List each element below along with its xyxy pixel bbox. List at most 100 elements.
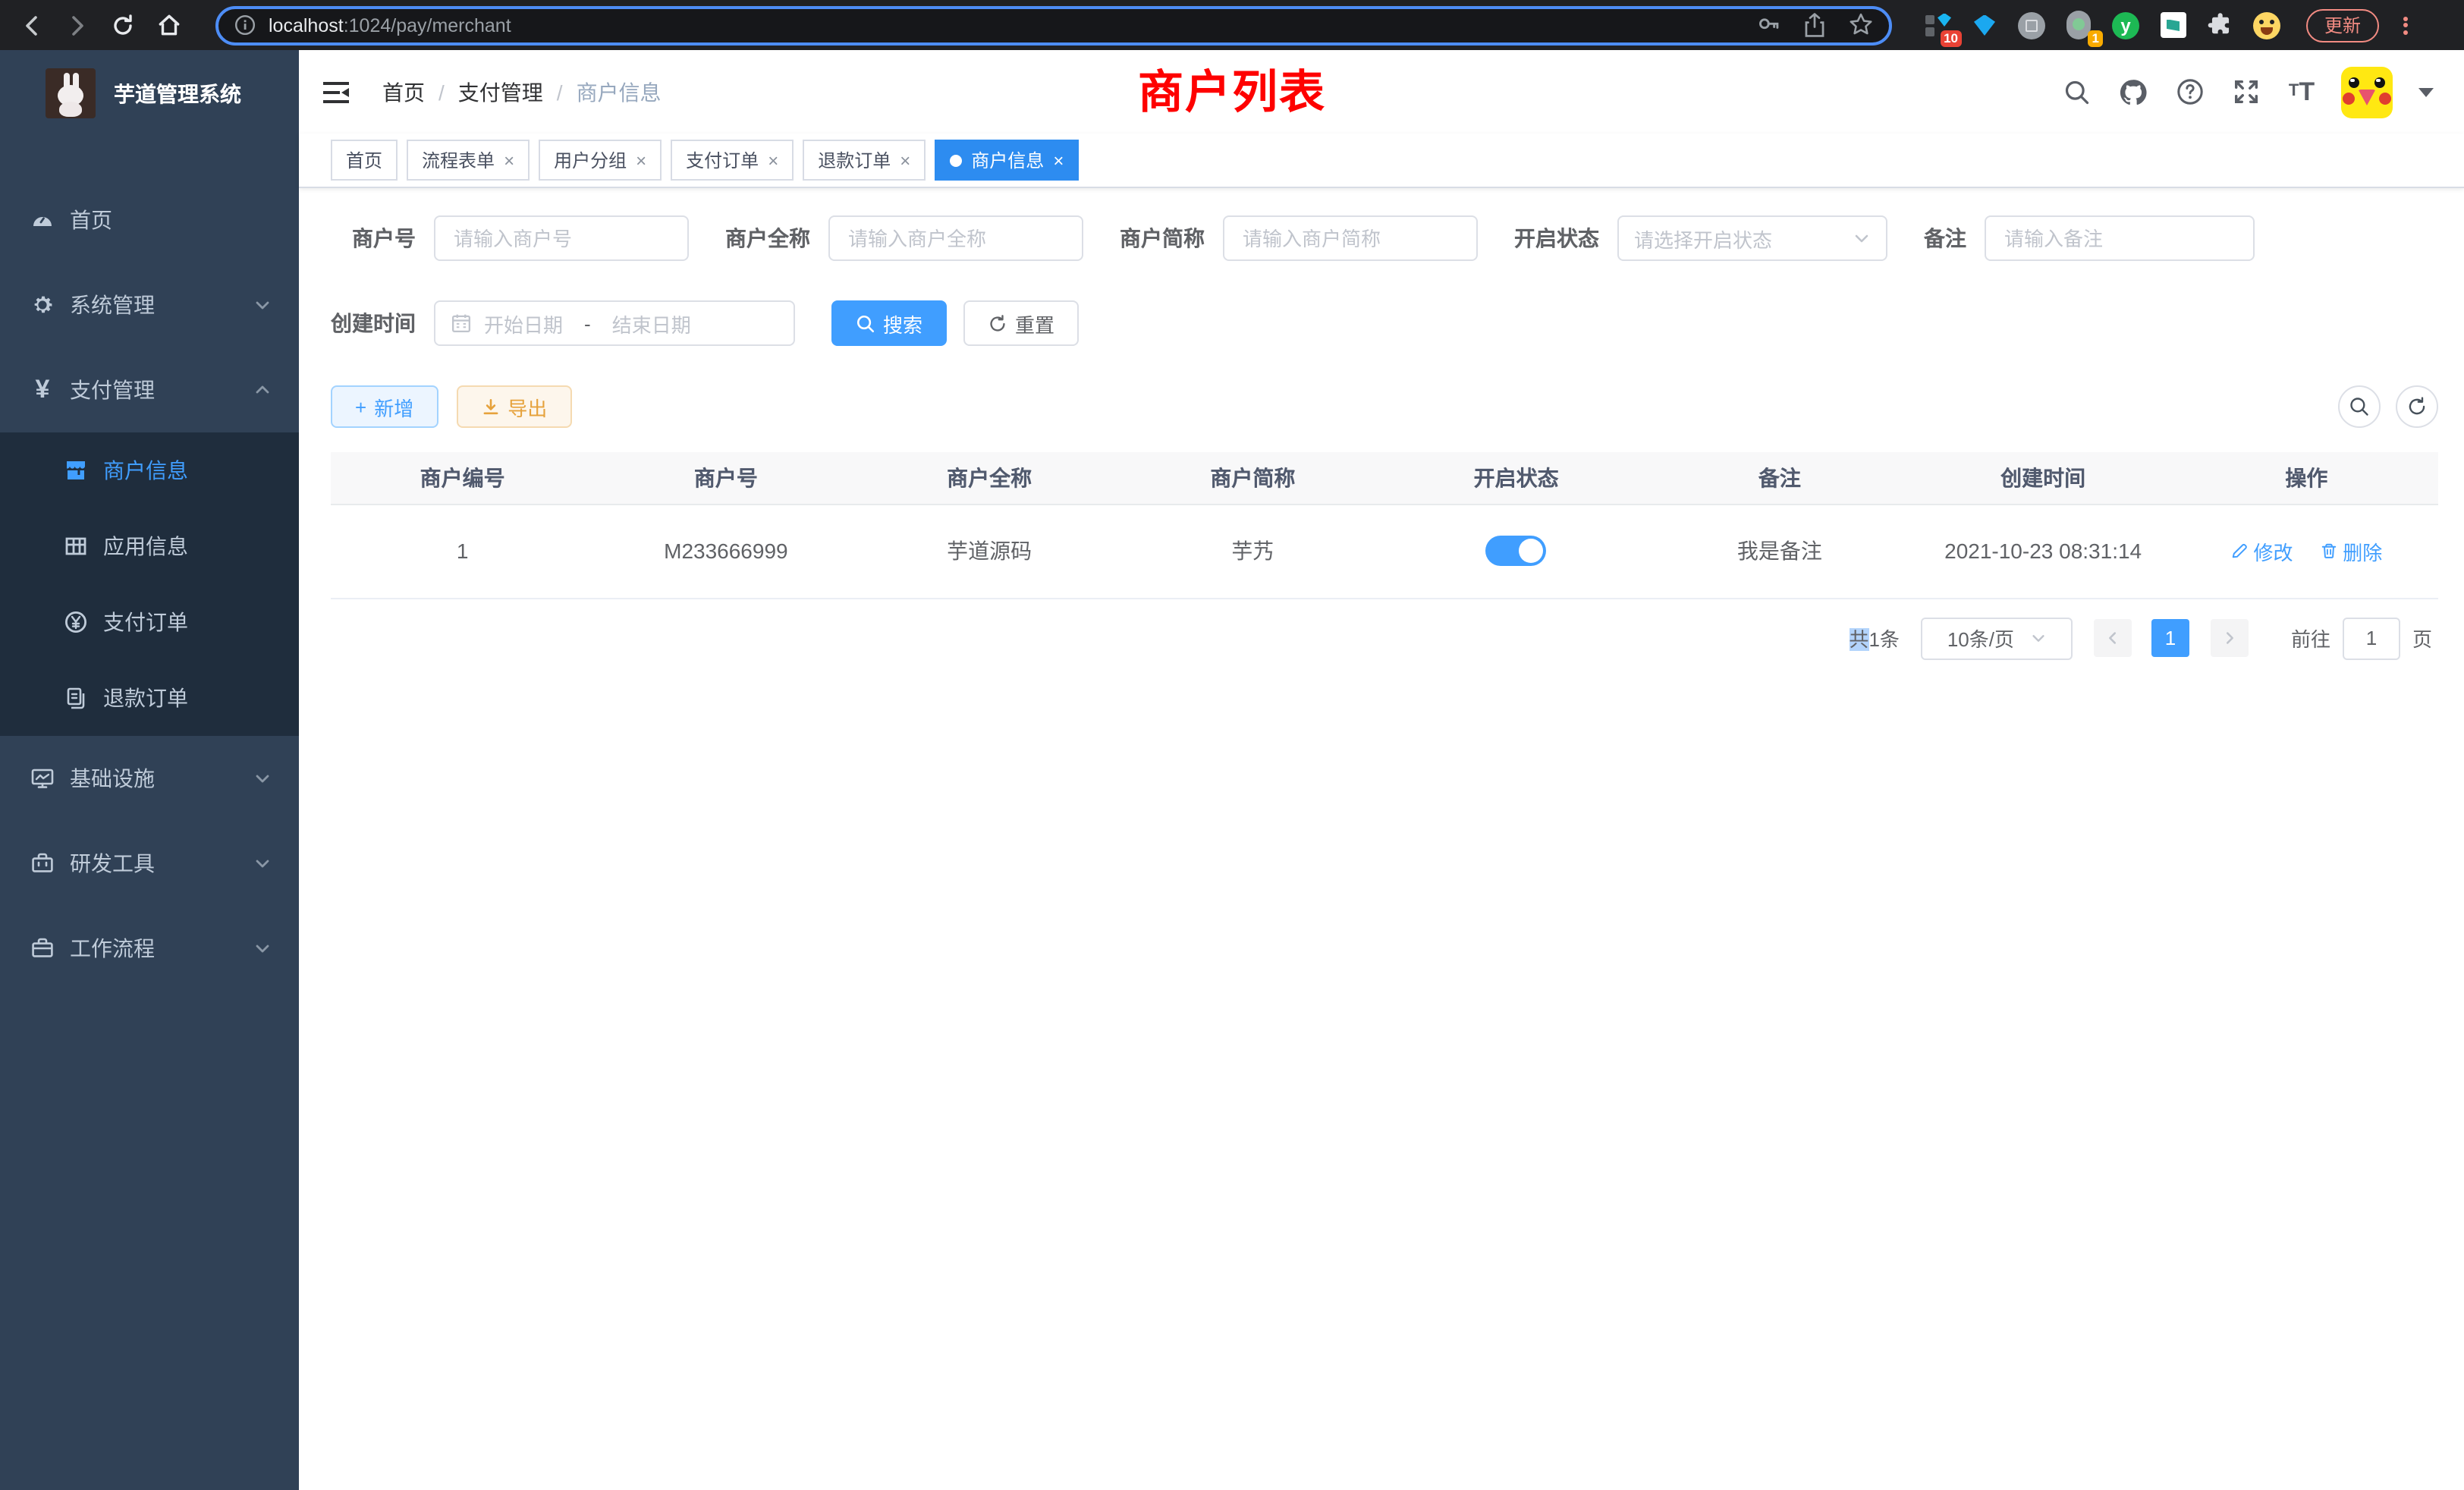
search-icon [856,313,875,333]
full-name-input[interactable] [828,215,1083,261]
font-size-button[interactable]: TT [2285,75,2318,108]
back-button[interactable] [12,5,52,45]
refresh-icon [988,313,1007,333]
fullscreen-button[interactable] [2229,75,2262,108]
extension-location-icon[interactable]: 1 [2063,10,2094,40]
close-icon[interactable]: × [1053,149,1064,171]
content-area: 商户号 商户全称 商户简称 开启状态 请选择开启状态 [299,188,2464,1490]
bookmark-star-icon[interactable] [1848,12,1874,38]
col-merchant-no: 商户号 [594,452,857,504]
github-button[interactable] [2117,75,2150,108]
close-icon[interactable]: × [504,149,514,171]
briefcase-icon [30,936,55,960]
extension-y-icon[interactable]: y [2110,10,2141,40]
refresh-table-button[interactable] [2396,385,2438,428]
extension-kanban-icon[interactable] [2158,10,2188,40]
cell-short-name: 芋艿 [1121,504,1384,598]
site-info-icon[interactable] [234,14,256,36]
goto-page-input[interactable] [2343,617,2400,659]
extension-grid-icon[interactable]: 10 [1922,10,1953,40]
sidebar-item-label: 工作流程 [70,933,155,963]
sidebar-item-merchant-info[interactable]: 商户信息 [0,432,299,508]
prev-page-button[interactable] [2094,619,2132,657]
next-page-button[interactable] [2211,619,2249,657]
tag-user-group[interactable]: 用户分组× [539,140,662,181]
sidebar-collapse-icon[interactable] [323,81,349,102]
created-daterange-picker[interactable]: 开始日期 - 结束日期 [434,300,795,346]
forward-button[interactable] [58,5,97,45]
filter-label-full-name: 商户全称 [725,223,810,253]
extensions-puzzle-icon[interactable] [2205,10,2235,40]
sidebar-item-refund-order[interactable]: 退款订单 [0,660,299,736]
reload-icon [111,13,135,37]
reset-button[interactable]: 重置 [963,300,1079,346]
close-icon[interactable]: × [768,149,778,171]
add-button[interactable]: + 新增 [331,385,438,428]
search-button[interactable] [2060,75,2094,108]
forward-icon [65,13,90,37]
table-header-row: 商户编号 商户号 商户全称 商户简称 开启状态 备注 创建时间 操作 [331,452,2438,504]
export-button[interactable]: 导出 [456,385,571,428]
col-short-name: 商户简称 [1121,452,1384,504]
tag-process-form[interactable]: 流程表单× [407,140,530,181]
merchant-table: 商户编号 商户号 商户全称 商户简称 开启状态 备注 创建时间 操作 1 [331,452,2438,599]
extension-gem-icon[interactable] [1969,10,2000,40]
sidebar-item-dev-tools[interactable]: 研发工具 [0,821,299,906]
password-key-icon[interactable] [1755,12,1781,38]
refresh-icon [2406,396,2428,417]
edit-link[interactable]: 修改 [2230,536,2293,565]
breadcrumb-section[interactable]: 支付管理 [458,77,543,107]
url-text[interactable]: localhost:1024/pay/merchant [269,14,1743,36]
tag-home[interactable]: 首页 [331,140,398,181]
goto-label: 前往 [2291,624,2330,652]
breadcrumb-home[interactable]: 首页 [382,77,425,107]
status-toggle[interactable] [1486,536,1547,566]
sidebar-item-infra[interactable]: 基础设施 [0,736,299,821]
browser-menu-icon[interactable] [2397,14,2412,36]
home-icon [156,12,181,38]
sidebar-item-label: 支付管理 [70,375,155,405]
sidebar-item-system[interactable]: 系统管理 [0,262,299,347]
home-button[interactable] [149,5,188,45]
extension-emoji-icon[interactable] [2252,10,2282,40]
page-number-1[interactable]: 1 [2151,619,2189,657]
breadcrumb-current: 商户信息 [577,77,662,107]
gear-icon [30,293,55,317]
app-logo-row[interactable]: 芋道管理系统 [0,50,299,137]
tag-refund-order[interactable]: 退款订单× [803,140,926,181]
status-select[interactable]: 请选择开启状态 [1617,215,1887,261]
page-size-select[interactable]: 10条/页 [1921,617,2073,659]
sidebar-item-pay[interactable]: ¥ 支付管理 [0,347,299,432]
sidebar-item-home[interactable]: 首页 [0,178,299,262]
calendar-icon [451,313,472,334]
reload-button[interactable] [103,5,143,45]
sidebar-item-workflow[interactable]: 工作流程 [0,906,299,991]
delete-link[interactable]: 删除 [2320,536,2382,565]
share-icon[interactable] [1802,12,1827,38]
chevron-down-icon [253,854,272,872]
start-date-placeholder[interactable]: 开始日期 [484,309,563,338]
remark-input[interactable] [1985,215,2255,261]
search-icon [2063,78,2091,105]
active-dot [950,154,962,166]
extension-badge: 10 [1940,30,1962,46]
sidebar-item-app-info[interactable]: 应用信息 [0,508,299,584]
extension-command-icon[interactable] [2016,10,2047,40]
help-button[interactable] [2173,75,2206,108]
yen-circle-icon [64,610,88,634]
address-bar[interactable]: localhost:1024/pay/merchant [215,5,1892,45]
close-icon[interactable]: × [900,149,910,171]
avatar-caret-icon[interactable] [2418,87,2434,96]
toggle-search-button[interactable] [2338,385,2381,428]
end-date-placeholder[interactable]: 结束日期 [612,309,691,338]
sidebar-item-pay-order[interactable]: 支付订单 [0,584,299,660]
search-button[interactable]: 搜索 [831,300,947,346]
merchant-no-input[interactable] [434,215,689,261]
close-icon[interactable]: × [636,149,646,171]
user-avatar[interactable] [2341,66,2393,118]
short-name-input[interactable] [1223,215,1478,261]
tag-merchant-info[interactable]: 商户信息× [935,140,1079,181]
tag-pay-order[interactable]: 支付订单× [671,140,794,181]
annotation-title: 商户列表 [1138,55,1326,121]
browser-update-button[interactable]: 更新 [2306,8,2379,42]
